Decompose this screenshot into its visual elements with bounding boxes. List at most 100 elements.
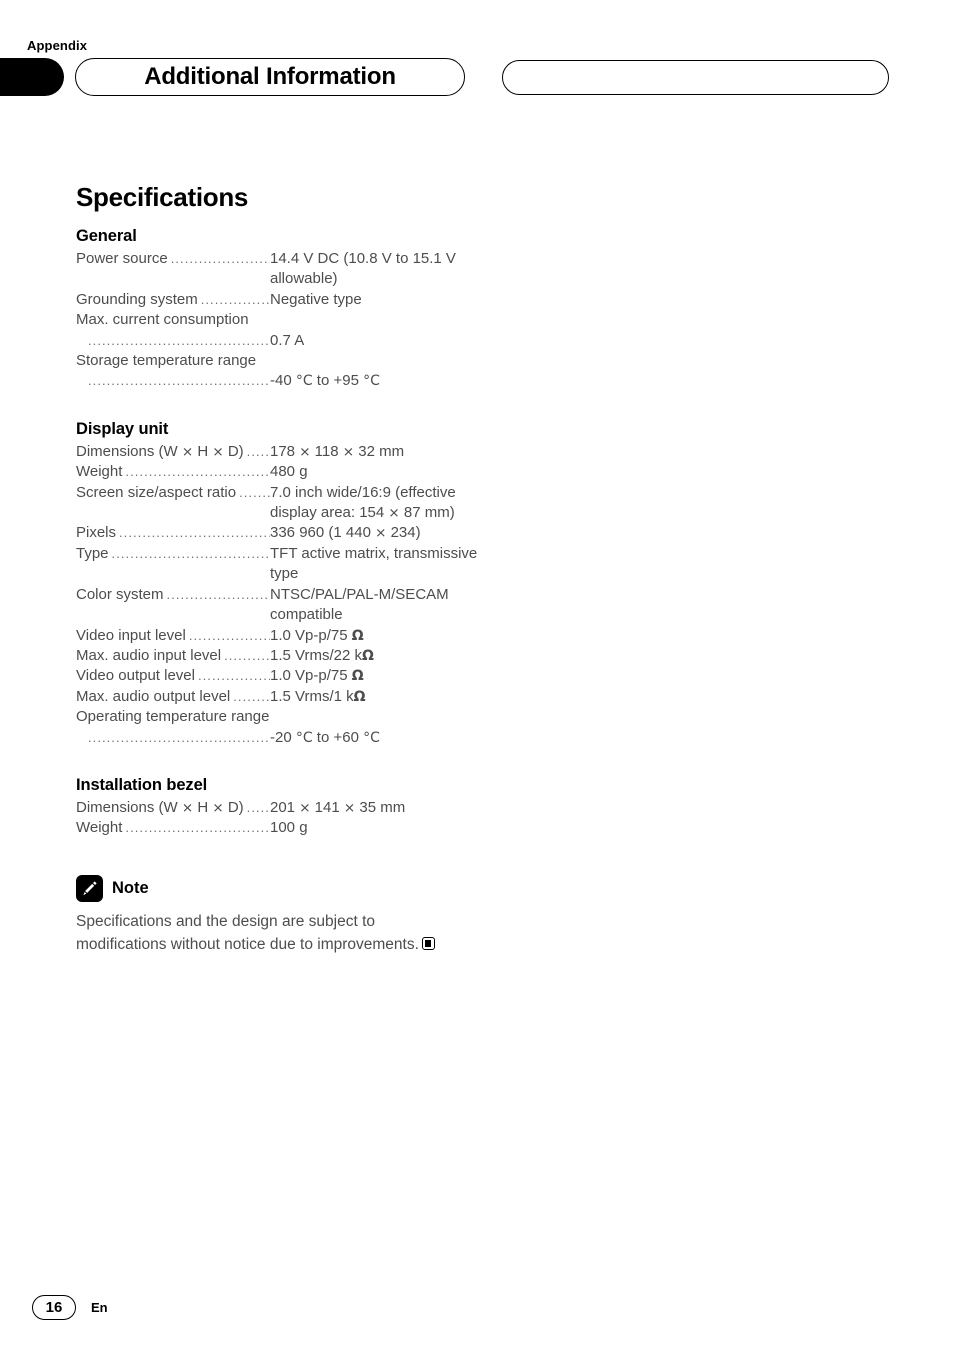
- spec-label: Video output level......................…: [76, 666, 270, 686]
- spec-value: 336 960 (1 440 × 234): [270, 524, 421, 542]
- spec-row: Type....................................…: [76, 544, 496, 585]
- dot-leader: ........................................…: [239, 484, 270, 500]
- spec-row: Weight..................................…: [76, 818, 496, 838]
- spec-label: Max. audio input level..................…: [76, 646, 270, 666]
- note-title: Note: [112, 878, 149, 897]
- spec-row: ........................................…: [76, 728, 496, 748]
- page-number: 16: [32, 1295, 76, 1320]
- spec-value: 201 × 141 × 35 mm: [270, 798, 406, 816]
- spec-value: TFT active matrix, transmissive type: [270, 544, 478, 583]
- note-block: Note Specifications and the design are s…: [76, 874, 496, 957]
- spec-label: Pixels..................................…: [76, 523, 270, 543]
- spec-label: Screen size/aspect ratio................…: [76, 483, 270, 503]
- spec-label-text: Grounding system: [76, 290, 198, 308]
- specifications-content: Specifications General Power source......…: [76, 182, 496, 957]
- spec-row: Operating temperature range.............…: [76, 707, 496, 727]
- spec-row: Weight..................................…: [76, 462, 496, 482]
- spec-label-text: Video output level: [76, 667, 195, 685]
- spec-row: Max. current consumption................…: [76, 310, 496, 330]
- spec-section-heading: Display unit: [76, 419, 169, 438]
- spec-label-text: Dimensions (W × H × D): [76, 442, 244, 460]
- spec-label-text: Screen size/aspect ratio: [76, 483, 237, 501]
- spec-label: Video input level.......................…: [76, 626, 270, 646]
- spec-value: 14.4 V DC (10.8 V to 15.1 V allowable): [270, 250, 456, 288]
- end-of-section-marker: [421, 937, 435, 951]
- dot-leader: ........................................…: [200, 291, 270, 307]
- spec-row: Dimensions (W × H × D)..................…: [76, 798, 496, 818]
- spec-label-text: Max. current consumption: [76, 311, 249, 329]
- spec-row: Max. audio input level..................…: [76, 646, 496, 666]
- spec-label-text: Dimensions (W × H × D): [76, 798, 244, 816]
- note-body-text: Specifications and the design are subjec…: [76, 912, 419, 954]
- spec-label-text: Color system: [76, 585, 164, 603]
- spec-label: Dimensions (W × H × D)..................…: [76, 798, 270, 818]
- dot-leader: ........................................…: [170, 251, 270, 266]
- spec-value: 1.0 Vp-p/75 Ω: [270, 667, 364, 685]
- spec-row: Grounding system........................…: [76, 290, 496, 310]
- spec-label: Dimensions (W × H × D)..................…: [76, 442, 270, 462]
- spec-row: Pixels..................................…: [76, 523, 496, 543]
- spec-value: 0.7 A: [270, 331, 305, 349]
- spec-label-text: Power source: [76, 250, 168, 267]
- spec-row: Video input level.......................…: [76, 626, 496, 646]
- spec-section: General Power source.....................…: [76, 227, 496, 392]
- chapter-tab-marker: [0, 58, 64, 96]
- appendix-label: Appendix: [27, 38, 88, 53]
- spec-value: Negative type: [270, 290, 362, 308]
- spec-value: -20 °C to +60 °C: [270, 728, 380, 746]
- page-title: Specifications: [76, 182, 249, 212]
- language-code: En: [91, 1300, 108, 1315]
- spec-value: 100 g: [270, 819, 308, 837]
- note-body: Specifications and the design are subjec…: [76, 910, 468, 957]
- spec-row: Max. audio output level.................…: [76, 687, 496, 707]
- dot-leader: ........................................…: [188, 627, 270, 643]
- dot-leader: ........................................…: [125, 464, 270, 480]
- dot-leader: ........................................…: [224, 647, 270, 663]
- spec-row: Storage temperature range...............…: [76, 351, 496, 371]
- spec-label: Power source............................…: [76, 249, 270, 269]
- chapter-title: Additional Information: [144, 63, 396, 90]
- spec-section: Display unit Dimensions (W × H × D)......…: [76, 420, 496, 748]
- dot-leader: ........................................…: [125, 820, 270, 836]
- dot-leader: ........................................…: [111, 545, 270, 561]
- spec-label: Max. audio output level.................…: [76, 687, 270, 707]
- spec-label-text: Type: [76, 544, 109, 562]
- spec-value: -40 °C to +95 °C: [270, 372, 380, 390]
- spec-label-text: Operating temperature range: [76, 708, 270, 726]
- spec-label: Operating temperature range.............…: [76, 707, 269, 727]
- spec-row: ........................................…: [76, 371, 496, 391]
- specification-sections: General Power source.....................…: [76, 227, 496, 839]
- spec-row: Color system............................…: [76, 585, 496, 626]
- page-footer: 16 En: [32, 1295, 108, 1320]
- spec-label: Color system............................…: [76, 585, 270, 605]
- spec-section-heading: Installation bezel: [76, 775, 208, 794]
- spec-row: Screen size/aspect ratio................…: [76, 483, 496, 524]
- pencil-icon: [76, 874, 103, 902]
- spec-value: 1.5 Vrms/1 kΩ: [270, 687, 366, 705]
- spec-label: ........................................…: [76, 728, 270, 748]
- spec-label: Type....................................…: [76, 544, 270, 564]
- spec-label-text: Weight: [76, 463, 123, 481]
- spec-label-text: Weight: [76, 819, 123, 837]
- spec-label: ........................................…: [76, 331, 270, 351]
- spec-label: Grounding system........................…: [76, 290, 270, 310]
- spec-label: Max. current consumption................…: [76, 310, 249, 330]
- dot-leader: ........................................…: [166, 586, 270, 602]
- spec-row: ........................................…: [76, 331, 496, 351]
- spec-label: Storage temperature range...............…: [76, 351, 256, 371]
- spec-label: Weight..................................…: [76, 462, 270, 482]
- dot-leader: ........................................…: [88, 332, 270, 348]
- spec-value: 178 × 118 × 32 mm: [270, 442, 405, 460]
- dot-leader: ........................................…: [246, 443, 270, 459]
- spec-value: NTSC/PAL/PAL-M/SECAM compatible: [270, 585, 449, 624]
- dot-leader: ........................................…: [197, 668, 270, 684]
- spec-label-text: Video input level: [76, 626, 186, 644]
- spec-label: ........................................…: [76, 371, 270, 391]
- spec-label-text: Pixels: [76, 524, 117, 542]
- spec-row: Video output level......................…: [76, 666, 496, 686]
- dot-leader: ........................................…: [246, 799, 270, 815]
- spec-section-heading: General: [76, 227, 137, 245]
- dot-leader: ........................................…: [88, 373, 270, 389]
- spec-label-text: Storage temperature range: [76, 352, 257, 370]
- dot-leader: ........................................…: [88, 729, 270, 745]
